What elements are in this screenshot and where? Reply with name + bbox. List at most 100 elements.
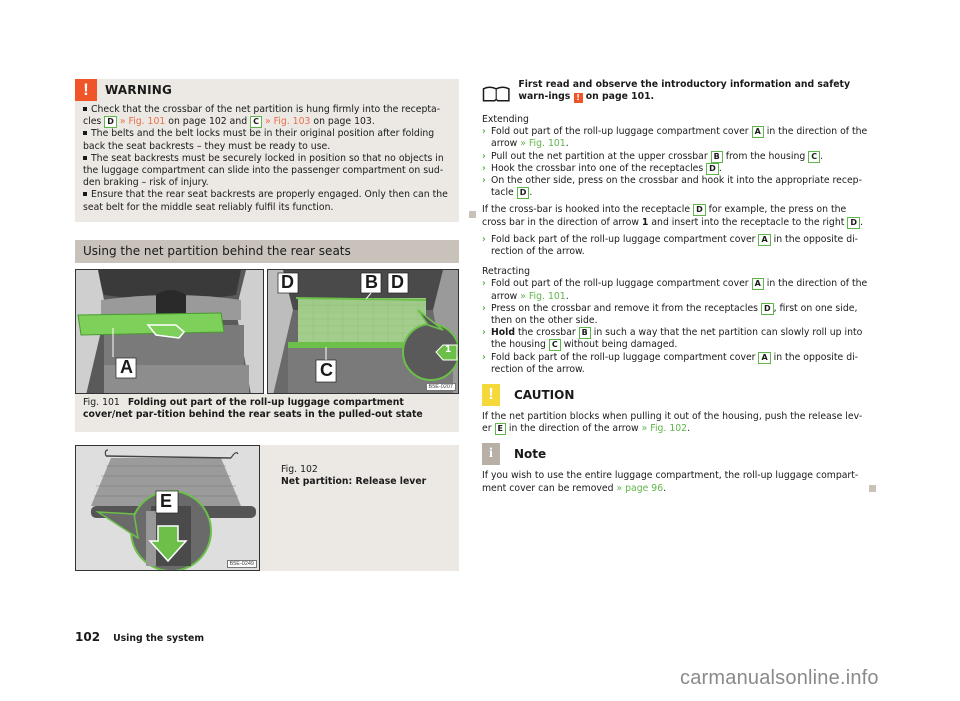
bullet-icon <box>83 192 87 197</box>
step-text: . <box>820 150 824 162</box>
label-c: C <box>548 339 561 352</box>
label-a: A <box>751 126 764 139</box>
step-item: › Fold out part of the roll-up luggage co… <box>482 126 870 150</box>
step-item: › Fold out part of the roll-up luggage co… <box>482 278 870 302</box>
figure-101-caption: Fig. 101 Folding out part of the roll-up … <box>83 397 455 421</box>
figure-101-image: A D B D C 1 B5E-0207 <box>75 269 459 394</box>
label-c: C <box>250 116 262 129</box>
exclamation-icon: ! <box>75 79 97 101</box>
label-a: A <box>758 233 771 246</box>
retracting-heading: Retracting <box>482 266 531 278</box>
fig-label-d: D <box>281 272 294 292</box>
right-column: First read and observe the introductory … <box>482 79 876 495</box>
warning-header: ! WARNING <box>75 79 459 101</box>
label-b: B <box>710 150 723 163</box>
fig-label-a: A <box>120 357 133 377</box>
fig-link[interactable]: » Fig. 101 <box>520 291 565 302</box>
end-mark <box>869 484 876 492</box>
fig-label-e: E <box>160 491 173 511</box>
caution-title: CAUTION <box>514 387 575 402</box>
step-emphasis: Hold <box>491 327 516 339</box>
fig-label-d: D <box>391 272 404 292</box>
label-c: C <box>808 150 821 163</box>
label-a: A <box>758 351 771 364</box>
step-text: the crossbar <box>515 327 579 339</box>
figure-101: A D B D C 1 B5E-0207 Fig. 101 Folding ou… <box>75 269 459 432</box>
extending-heading: Extending <box>482 114 529 125</box>
caution-text-part: in the direction of the arrow <box>505 423 642 435</box>
step-text: Fold out part of the roll-up luggage com… <box>491 126 752 138</box>
warning-item: The belts and the belt locks must be in … <box>83 128 451 152</box>
info-icon: i <box>482 443 500 466</box>
paragraph: If the cross-bar is hooked into the rece… <box>482 204 870 229</box>
caution-text-part: . <box>687 423 691 435</box>
step-text: . <box>565 138 569 150</box>
warning-box: ! WARNING Check that the crossbar of the… <box>75 79 476 222</box>
note-text-part: . <box>663 482 667 494</box>
step-item: › Hold the crossbar B in such a way that … <box>482 327 870 352</box>
step-item: › Press on the crossbar and remove it fro… <box>482 302 870 327</box>
step-item: › Fold back part of the roll-up luggage c… <box>482 351 870 376</box>
figure-102: E B5E-0249 Fig. 102 Net partition: Relea… <box>75 445 459 571</box>
para-text: If the cross-bar is hooked into the rece… <box>482 204 694 216</box>
step-text: On the other side, press on the crossbar… <box>491 175 862 199</box>
step-item: › On the other side, press on the crossba… <box>482 175 870 200</box>
step-text: without being damaged. <box>560 339 678 351</box>
para-text: . <box>859 216 863 228</box>
label-b: B <box>578 327 591 340</box>
step-text: Press on the crossbar and remove it from… <box>491 302 761 314</box>
label-e: E <box>494 423 506 436</box>
instructions: Extending › Fold out part of the roll-up … <box>482 114 876 495</box>
step-text: . <box>565 290 569 302</box>
label-d: D <box>693 204 706 217</box>
exclamation-icon: ! <box>573 93 583 104</box>
step-text: Fold back part of the roll-up luggage co… <box>491 351 759 363</box>
intro-text: First read and observe the introductory … <box>518 79 870 104</box>
chevron-right-icon: › <box>482 126 486 138</box>
luggage-cover-illustration <box>76 270 263 393</box>
step-item: › Fold back part of the roll-up luggage c… <box>482 233 870 258</box>
net-partition-illustration <box>268 270 458 393</box>
fig-link[interactable]: » Fig. 101 <box>520 138 565 149</box>
figure-101-left-panel: A <box>75 269 264 394</box>
fig-link[interactable]: » Fig. 101 <box>120 116 165 127</box>
chevron-right-icon: › <box>482 351 486 363</box>
figure-code: B5E-0207 <box>425 383 456 391</box>
note-text: If you wish to use the entire luggage co… <box>482 470 876 494</box>
fig-label-b: B <box>365 272 378 292</box>
figure-code: B5E-0249 <box>226 560 257 568</box>
end-mark <box>469 211 476 218</box>
intro-text-part: on page 101. <box>582 91 655 103</box>
note-text-part: If you wish to use the entire luggage co… <box>482 470 859 494</box>
warning-text: on page 103. <box>310 116 375 128</box>
intro-note: First read and observe the introductory … <box>482 79 870 109</box>
chevron-right-icon: › <box>482 162 486 174</box>
page-number: 102 <box>75 630 101 644</box>
figure-101-right-panel: D B D C 1 B5E-0207 <box>267 269 459 394</box>
fig-link[interactable]: » Fig. 103 <box>265 116 310 127</box>
page-link[interactable]: » page 96 <box>616 483 663 494</box>
chevron-right-icon: › <box>482 150 486 162</box>
figure-number: Fig. 102 <box>281 464 318 475</box>
note-title: Note <box>514 447 547 462</box>
label-d: D <box>847 216 860 229</box>
warning-item: The seat backrests must be securely lock… <box>83 153 451 190</box>
figure-102-caption: Fig. 102 Net partition: Release lever <box>281 464 426 488</box>
watermark: carmanualsonline.info <box>680 667 879 689</box>
exclamation-icon: ! <box>482 384 500 407</box>
para-text: and insert into the receptacle to the ri… <box>648 216 848 228</box>
label-a: A <box>751 278 764 291</box>
step-text: from the housing <box>722 150 809 162</box>
section-title: Using the net partition behind the rear … <box>75 240 459 263</box>
caution-header: ! CAUTION <box>482 384 870 407</box>
fig-link[interactable]: » Fig. 102 <box>642 423 687 434</box>
figure-title: Net partition: Release lever <box>281 476 427 488</box>
bullet-icon <box>83 131 87 136</box>
warning-item: Check that the crossbar of the net parti… <box>83 104 451 129</box>
warning-text: on page 102 and <box>165 116 251 128</box>
figure-102-image: E B5E-0249 <box>75 445 260 571</box>
chevron-right-icon: › <box>482 327 486 339</box>
label-d: D <box>760 302 774 315</box>
footer-section: Using the system <box>113 633 205 644</box>
figure-number: Fig. 101 <box>83 397 120 408</box>
